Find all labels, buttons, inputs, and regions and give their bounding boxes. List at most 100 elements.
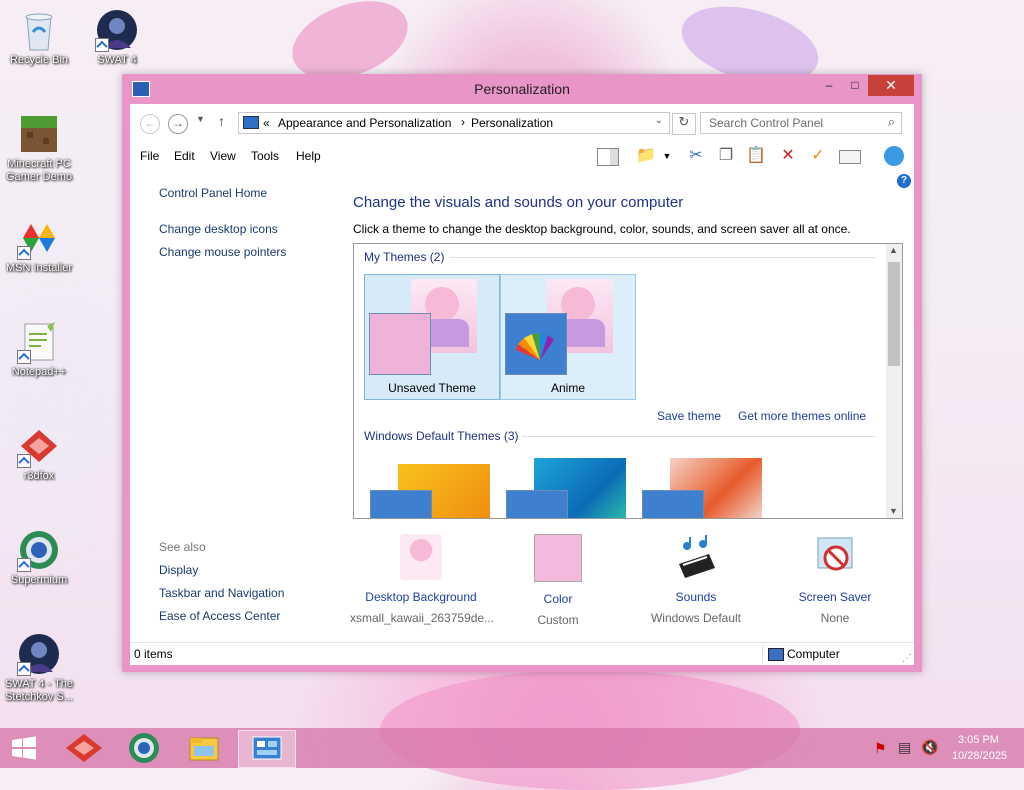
taskbar-file-explorer[interactable] [176, 730, 232, 766]
delete-icon[interactable]: ✕ [776, 144, 800, 168]
desktop-background-title: Desktop Background [365, 590, 477, 604]
sounds-item[interactable]: Sounds Windows Default [638, 534, 754, 625]
theme-tile-unsaved[interactable]: Unsaved Theme [364, 274, 500, 400]
menu-edit[interactable]: Edit [174, 149, 195, 163]
clock-date[interactable]: 10/28/2025 [952, 750, 1007, 762]
refresh-icon[interactable]: ↻ [672, 113, 696, 135]
resize-grip-icon[interactable]: ⋰ [902, 653, 912, 664]
desktop-icon-minecraft[interactable]: Minecraft PC Gamer Demo [0, 112, 78, 184]
desktop-icon-swat4[interactable]: SWAT 4 [78, 8, 156, 67]
menu-view[interactable]: View [210, 149, 236, 163]
window-client: ← → ▼ ↑ « Appearance and Personalization… [130, 104, 914, 665]
breadcrumb-appearance[interactable]: Appearance and Personalization [278, 116, 451, 130]
breadcrumb-separator: › [461, 115, 465, 129]
default-theme-lines-colors[interactable] [504, 456, 634, 518]
color-fan-icon [506, 490, 568, 518]
desktop-icon-label: SWAT 4 - The Stetchkov S... [4, 678, 74, 703]
menu-tools[interactable]: Tools [251, 149, 279, 163]
see-also-heading: See also [159, 540, 206, 554]
volume-muted-icon[interactable]: 🔇 [921, 739, 938, 756]
details-icon[interactable] [838, 144, 862, 168]
maximize-button[interactable]: □ [842, 75, 868, 96]
taskbar-control-panel[interactable] [238, 730, 296, 768]
cut-icon[interactable]: ✂ [684, 144, 708, 168]
theme-tile-anime[interactable]: Anime [500, 274, 636, 400]
taskbar: ⚑ ▤ 🔇 3:05 PM 10/28/2025 [0, 728, 1024, 768]
swat4-stetchkov-icon [17, 632, 61, 676]
window-titlebar[interactable]: Personalization – □ ✕ [122, 74, 922, 104]
ease-of-access-link[interactable]: Ease of Access Center [159, 609, 280, 623]
status-divider [762, 645, 763, 663]
desktop-icon-recycle-bin[interactable]: Recycle Bin [0, 8, 78, 67]
desktop-background-item[interactable]: Desktop Background xsmall_kawaii_263759d… [350, 534, 495, 625]
desktop-background-value: xsmall_kawaii_263759de... [350, 611, 495, 625]
status-location: Computer [787, 647, 840, 661]
paste-icon[interactable]: 📋 [744, 144, 768, 168]
desktop-icon-label: Supermium [10, 574, 68, 586]
globe-icon[interactable] [882, 144, 906, 168]
screen-saver-item[interactable]: Screen Saver None [785, 534, 885, 625]
address-box[interactable]: « Appearance and Personalization › Perso… [238, 112, 670, 134]
control-panel-home-link[interactable]: Control Panel Home [159, 186, 267, 200]
computer-icon [768, 648, 784, 661]
default-themes-heading: Windows Default Themes (3) [364, 429, 519, 443]
forward-arrow-icon[interactable]: → [168, 114, 188, 134]
desktop-icon-notepadpp[interactable]: Notepad++ [0, 320, 78, 379]
properties-check-icon[interactable]: ✓ [806, 144, 830, 168]
save-theme-link[interactable]: Save theme [657, 409, 721, 423]
desktop-icon-swat4-stetchkov[interactable]: SWAT 4 - The Stetchkov S... [0, 632, 78, 704]
screen-saver-value: None [820, 611, 850, 625]
default-theme-flowers[interactable] [640, 456, 770, 518]
color-fan-icon [642, 490, 704, 518]
themes-scrollbar[interactable]: ▲ ▼ [886, 244, 902, 518]
page-subtitle: Click a theme to change the desktop back… [353, 222, 851, 236]
swat4-icon [95, 8, 139, 52]
color-value: Custom [537, 613, 579, 627]
my-themes-heading: My Themes (2) [364, 250, 445, 264]
address-dropdown-icon[interactable]: ⌄ [655, 115, 663, 126]
scrollbar-thumb[interactable] [888, 262, 900, 366]
color-swatch-icon [534, 534, 582, 582]
preview-pane-icon[interactable] [596, 144, 620, 168]
get-more-themes-link[interactable]: Get more themes online [738, 409, 866, 423]
change-desktop-icons-link[interactable]: Change desktop icons [159, 222, 278, 236]
display-link[interactable]: Display [159, 563, 198, 577]
close-button[interactable]: ✕ [868, 75, 914, 96]
help-icon[interactable]: ? [897, 174, 911, 188]
desktop-icon-label: Recycle Bin [9, 54, 69, 66]
default-theme-windows[interactable] [368, 456, 498, 518]
folder-options-icon[interactable]: 📁 [634, 144, 658, 168]
menu-help[interactable]: Help [296, 149, 321, 163]
recent-locations-chevron-icon[interactable]: ▼ [196, 114, 205, 124]
scroll-up-icon[interactable]: ▲ [889, 245, 898, 255]
minimize-button[interactable]: – [816, 75, 842, 96]
taskbar-supermium[interactable] [116, 730, 172, 766]
desktop-icon-supermium[interactable]: Supermium [0, 528, 78, 587]
desktop-icon-label: SWAT 4 [97, 54, 137, 66]
action-center-flag-icon[interactable]: ⚑ [874, 740, 887, 757]
taskbar-navigation-link[interactable]: Taskbar and Navigation [159, 586, 284, 600]
r3dfox-icon [17, 424, 61, 468]
desktop-icon-label: Minecraft PC Gamer Demo [5, 158, 73, 183]
network-icon[interactable]: ▤ [898, 739, 911, 756]
search-box[interactable]: Search Control Panel ⌕ [700, 112, 902, 134]
menu-file[interactable]: File [140, 149, 159, 163]
color-item[interactable]: Color Custom [515, 534, 601, 627]
recycle-bin-icon [17, 8, 61, 52]
up-arrow-icon[interactable]: ↑ [218, 113, 225, 129]
taskbar-r3dfox[interactable] [56, 730, 112, 766]
change-mouse-pointers-link[interactable]: Change mouse pointers [159, 245, 286, 259]
desktop-icon-r3dfox[interactable]: r3dfox [0, 424, 78, 483]
theme-label: Anime [550, 381, 585, 395]
desktop-icon-msn-installer[interactable]: MSN Installer [0, 216, 78, 275]
search-input[interactable]: Search Control Panel [709, 116, 823, 130]
clock-time[interactable]: 3:05 PM [958, 734, 999, 746]
start-button[interactable] [0, 728, 48, 768]
back-arrow-icon[interactable]: ← [140, 114, 160, 134]
scroll-down-icon[interactable]: ▼ [889, 506, 898, 516]
folder-options-dropdown-icon[interactable]: ▼ [660, 144, 674, 168]
copy-icon[interactable]: ❐ [714, 144, 738, 168]
supermium-icon [17, 528, 61, 572]
breadcrumb-personalization[interactable]: Personalization [471, 116, 553, 130]
sounds-title: Sounds [675, 590, 717, 604]
